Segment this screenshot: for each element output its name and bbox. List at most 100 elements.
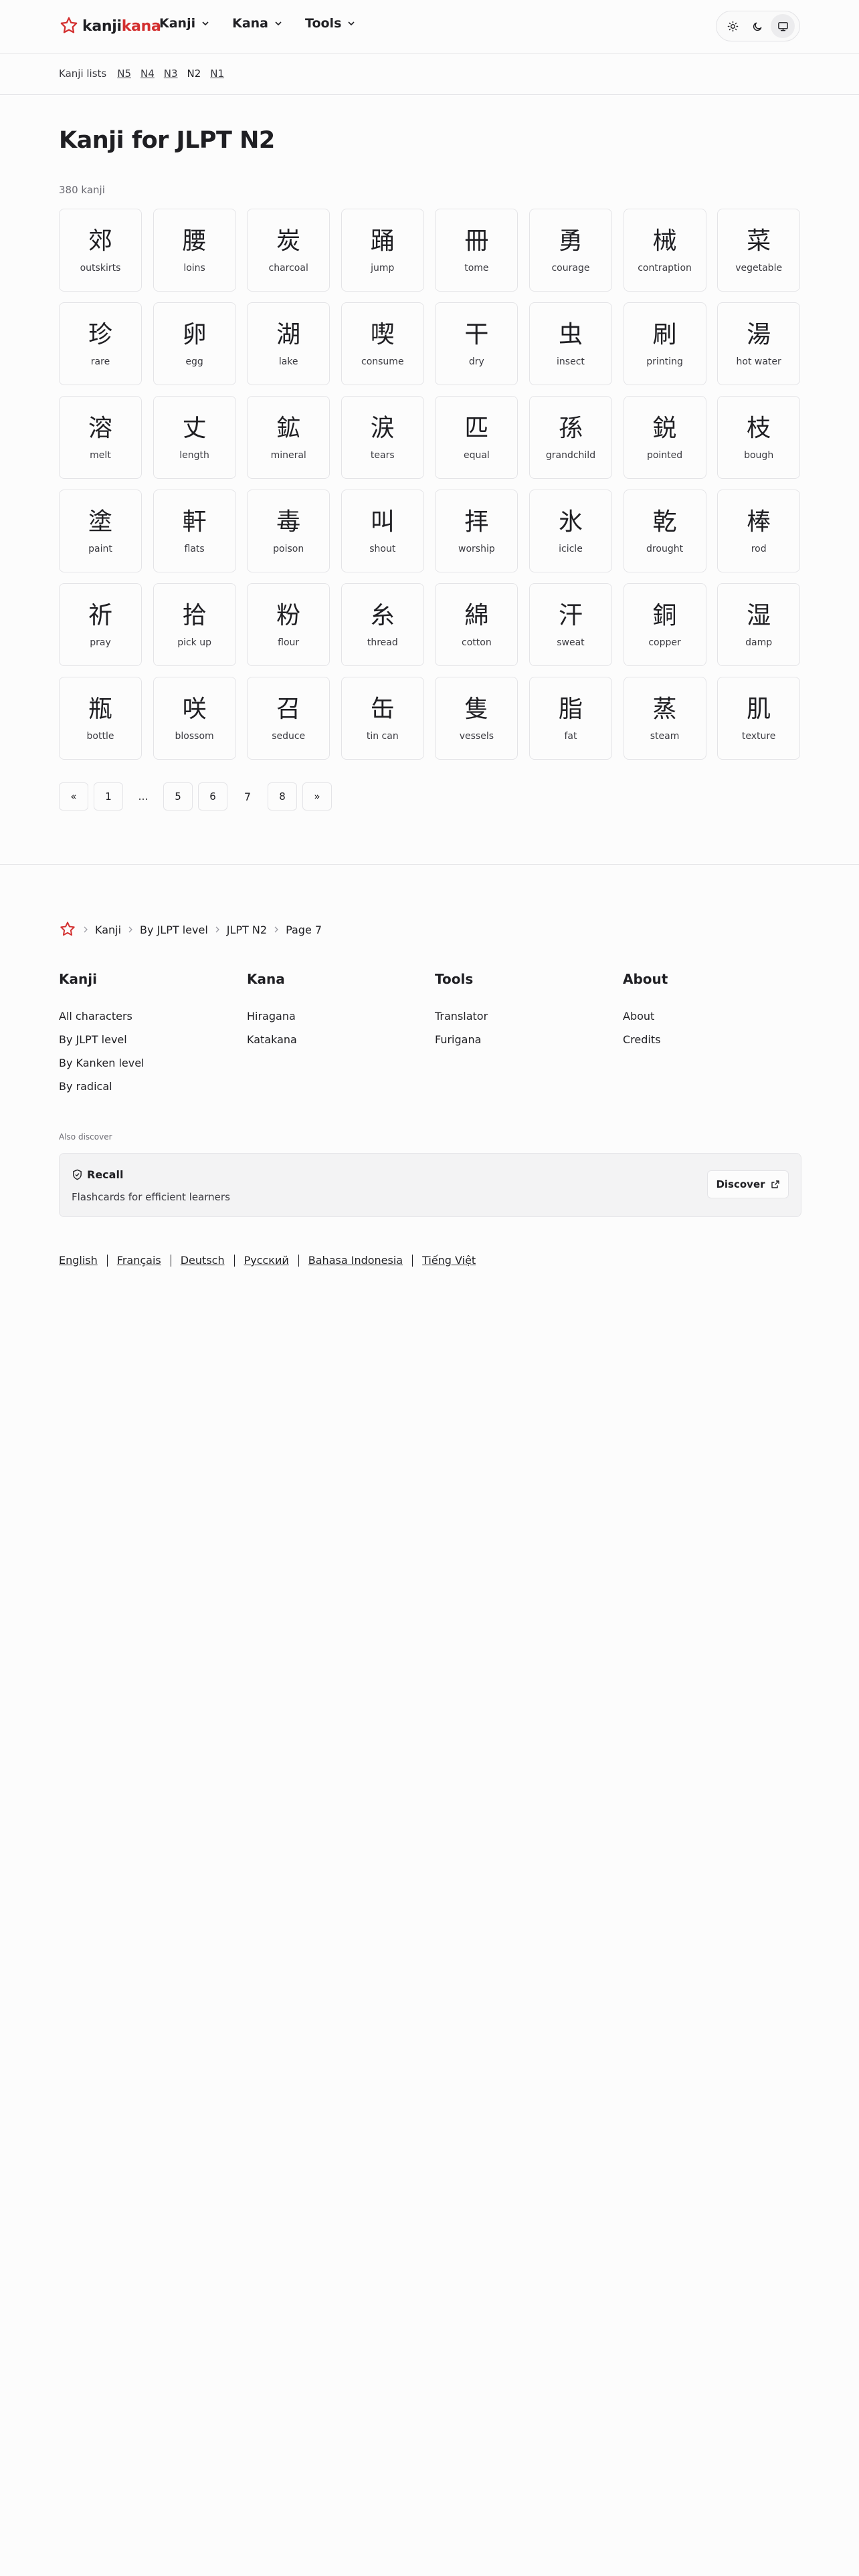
nav-kanji-menu[interactable]: Kanji (159, 16, 209, 31)
kanji-meaning: insect (557, 356, 585, 367)
kanji-card[interactable]: 湯 hot water (717, 302, 801, 385)
kanji-card[interactable]: 郊 outskirts (59, 209, 142, 292)
kanji-card[interactable]: 塗 paint (59, 490, 142, 572)
pagination-next-button[interactable]: » (302, 782, 332, 811)
kanji-card[interactable]: 咲 blossom (153, 677, 236, 760)
kanji-card[interactable]: 干 dry (435, 302, 518, 385)
level-link-n5[interactable]: N5 (117, 68, 131, 80)
discover-button[interactable]: Discover (707, 1170, 789, 1198)
breadcrumb-jlpt-n2[interactable]: JLPT N2 (227, 924, 267, 936)
kanji-card[interactable]: 粉 flour (247, 583, 330, 666)
footer-link-all-characters[interactable]: All characters (59, 1010, 240, 1033)
kanji-card[interactable]: 肌 texture (717, 677, 801, 760)
kanji-card[interactable]: 鉱 mineral (247, 396, 330, 479)
home-flower-icon[interactable] (59, 921, 76, 938)
kanji-card[interactable]: 拝 worship (435, 490, 518, 572)
footer-link-by-radical[interactable]: By radical (59, 1080, 240, 1103)
level-link-n4[interactable]: N4 (140, 68, 155, 80)
language-french[interactable]: Français (117, 1254, 161, 1267)
kanji-meaning: damp (745, 637, 773, 648)
pagination-page-5[interactable]: 5 (163, 782, 193, 811)
site-logo[interactable]: kanjikana (59, 15, 161, 37)
kanji-character: 匹 (464, 415, 489, 442)
kanji-card[interactable]: 涙 tears (341, 396, 424, 479)
nav-tools-menu[interactable]: Tools (305, 16, 355, 31)
kanji-card[interactable]: 軒 flats (153, 490, 236, 572)
footer-link-by-jlpt[interactable]: By JLPT level (59, 1033, 240, 1057)
kanji-character: 鋭 (652, 415, 677, 442)
kanji-card[interactable]: 隻 vessels (435, 677, 518, 760)
kanji-card[interactable]: 叫 shout (341, 490, 424, 572)
kanji-card[interactable]: 乾 drought (623, 490, 706, 572)
kanji-card[interactable]: 炭 charcoal (247, 209, 330, 292)
kanji-card[interactable]: 湿 damp (717, 583, 801, 666)
kanji-card[interactable]: 踊 jump (341, 209, 424, 292)
kanji-card[interactable]: 枝 bough (717, 396, 801, 479)
kanji-meaning: texture (741, 731, 776, 742)
kanji-card[interactable]: 孫 grandchild (529, 396, 612, 479)
pagination-page-8[interactable]: 8 (268, 782, 297, 811)
main-nav: Kanji Kana Tools (159, 16, 355, 31)
kanji-character: 綿 (464, 602, 489, 629)
kanji-card[interactable]: 銅 copper (623, 583, 706, 666)
pagination-page-6[interactable]: 6 (198, 782, 227, 811)
breadcrumb-kanji[interactable]: Kanji (95, 924, 121, 936)
language-divider (298, 1254, 299, 1267)
kanji-card[interactable]: 氷 icicle (529, 490, 612, 572)
kanji-card[interactable]: 珍 rare (59, 302, 142, 385)
kanji-character: 鉱 (276, 415, 301, 442)
kanji-card[interactable]: 溶 melt (59, 396, 142, 479)
kanji-card[interactable]: 刷 printing (623, 302, 706, 385)
kanji-card[interactable]: 虫 insect (529, 302, 612, 385)
kanji-card[interactable]: 脂 fat (529, 677, 612, 760)
footer-link-credits[interactable]: Credits (623, 1033, 803, 1057)
kanji-card[interactable]: 勇 courage (529, 209, 612, 292)
kanji-card[interactable]: 拾 pick up (153, 583, 236, 666)
kanji-card[interactable]: 祈 pray (59, 583, 142, 666)
level-current-n2: N2 (187, 68, 201, 80)
language-russian[interactable]: Русский (244, 1254, 289, 1267)
kanji-card[interactable]: 菜 vegetable (717, 209, 801, 292)
nav-kana-menu[interactable]: Kana (232, 16, 282, 31)
kanji-card[interactable]: 湖 lake (247, 302, 330, 385)
language-vietnamese[interactable]: Tiếng Việt (422, 1254, 476, 1267)
kanji-card[interactable]: 汗 sweat (529, 583, 612, 666)
footer-link-about[interactable]: About (623, 1010, 803, 1033)
language-german[interactable]: Deutsch (181, 1254, 225, 1267)
pagination-page-1[interactable]: 1 (94, 782, 123, 811)
kanji-card[interactable]: 召 seduce (247, 677, 330, 760)
theme-light-button[interactable] (721, 14, 745, 38)
kanji-card[interactable]: 匹 equal (435, 396, 518, 479)
language-indonesian[interactable]: Bahasa Indonesia (308, 1254, 403, 1267)
kanji-meaning: drought (646, 544, 684, 554)
footer-link-by-kanken[interactable]: By Kanken level (59, 1057, 240, 1080)
kanji-card[interactable]: 冊 tome (435, 209, 518, 292)
level-link-n1[interactable]: N1 (210, 68, 224, 80)
footer-link-furigana[interactable]: Furigana (435, 1033, 615, 1057)
kanji-card[interactable]: 毒 poison (247, 490, 330, 572)
kanji-meaning: steam (650, 731, 680, 742)
kanji-card[interactable]: 鋭 pointed (623, 396, 706, 479)
kanji-card[interactable]: 卵 egg (153, 302, 236, 385)
theme-system-button[interactable] (771, 14, 795, 38)
footer-link-katakana[interactable]: Katakana (247, 1033, 427, 1057)
footer-link-translator[interactable]: Translator (435, 1010, 615, 1033)
pagination-prev-button[interactable]: « (59, 782, 88, 811)
breadcrumb-by-jlpt[interactable]: By JLPT level (140, 924, 208, 936)
kanji-character: 脂 (558, 695, 583, 723)
kanji-card[interactable]: 瓶 bottle (59, 677, 142, 760)
theme-dark-button[interactable] (746, 14, 770, 38)
kanji-card[interactable]: 丈 length (153, 396, 236, 479)
kanji-card[interactable]: 綿 cotton (435, 583, 518, 666)
footer-link-hiragana[interactable]: Hiragana (247, 1010, 427, 1033)
kanji-card[interactable]: 械 contraption (623, 209, 706, 292)
discover-button-label: Discover (716, 1178, 765, 1190)
kanji-card[interactable]: 喫 consume (341, 302, 424, 385)
kanji-card[interactable]: 缶 tin can (341, 677, 424, 760)
kanji-card[interactable]: 腰 loins (153, 209, 236, 292)
kanji-card[interactable]: 蒸 steam (623, 677, 706, 760)
kanji-card[interactable]: 棒 rod (717, 490, 801, 572)
level-link-n3[interactable]: N3 (164, 68, 178, 80)
kanji-card[interactable]: 糸 thread (341, 583, 424, 666)
language-english[interactable]: English (59, 1254, 98, 1267)
